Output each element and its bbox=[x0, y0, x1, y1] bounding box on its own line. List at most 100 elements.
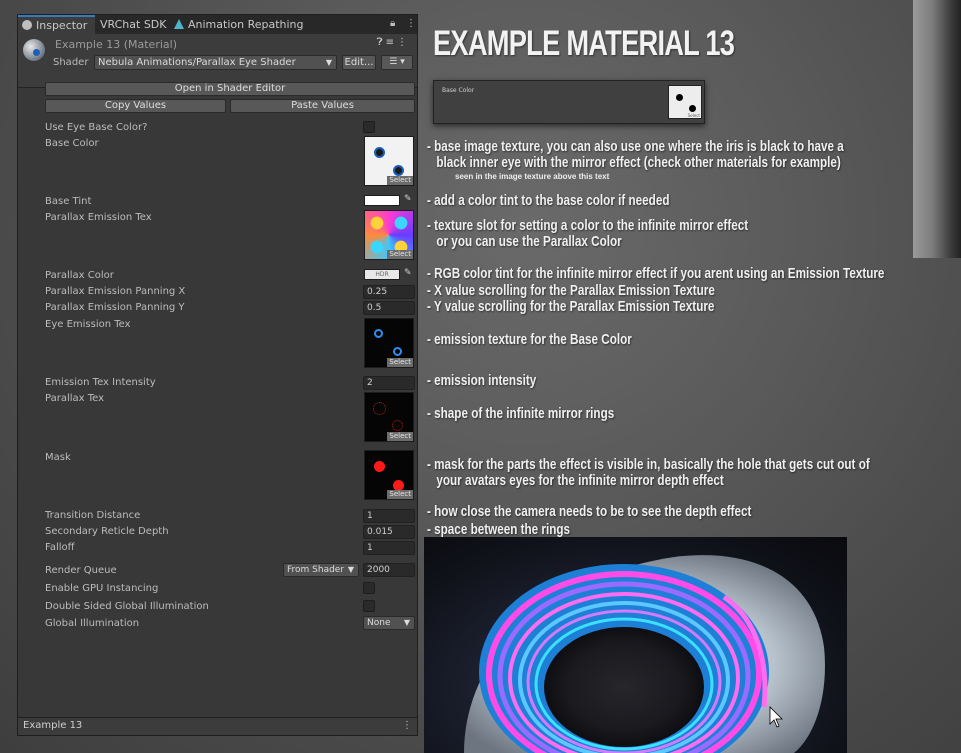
lock-icon[interactable]: 🔒︎ bbox=[390, 18, 395, 29]
material-preview-icon bbox=[23, 39, 45, 61]
ring-shape bbox=[392, 420, 403, 431]
render-queue-dropdown[interactable]: From Shader ▼ bbox=[283, 563, 359, 577]
emission-tex-intensity-label: Emission Tex Intensity bbox=[45, 377, 156, 388]
preview-footer[interactable]: Example 13 ⋮ bbox=[18, 717, 417, 735]
parallax-emission-panning-x-field[interactable]: 0.25 bbox=[363, 285, 415, 299]
eye-dot bbox=[376, 149, 383, 156]
global-illumination-label: Global Illumination bbox=[45, 618, 140, 629]
emission-ring bbox=[374, 329, 383, 338]
paste-values-button[interactable]: Paste Values bbox=[230, 99, 415, 113]
mask-dot bbox=[374, 461, 385, 472]
parallax-texture-slot[interactable]: Select bbox=[364, 392, 414, 442]
edit-shader-button[interactable]: Edit... bbox=[342, 55, 376, 70]
select-button[interactable]: Select bbox=[387, 358, 413, 367]
note-panning-x: - X value scrolling for the Parallax Emi… bbox=[427, 282, 715, 299]
eye-render-illustration bbox=[464, 555, 825, 753]
list-icon: ☰ ▾ bbox=[389, 57, 405, 67]
eye-emission-tex-label: Eye Emission Tex bbox=[45, 319, 131, 330]
parallax-emission-tex-label: Parallax Emission Tex bbox=[45, 212, 152, 223]
use-eye-base-color-toggle[interactable] bbox=[363, 121, 375, 133]
note-mask: - mask for the parts the effect is visib… bbox=[427, 456, 870, 489]
select-button[interactable]: Select bbox=[387, 432, 413, 441]
material-title: Example 13 (Material) bbox=[55, 38, 177, 51]
base-tint-color-swatch[interactable] bbox=[364, 195, 400, 206]
chevron-down-icon: ▼ bbox=[325, 58, 332, 67]
background-photo-corner bbox=[913, 0, 961, 258]
tab-vrchat-sdk[interactable]: VRChat SDK bbox=[96, 15, 170, 34]
parallax-emission-panning-y-field[interactable]: 0.5 bbox=[363, 301, 415, 315]
parallax-emission-texture-slot[interactable]: Select bbox=[364, 210, 414, 260]
preview-base-color-label: Base Color bbox=[442, 87, 475, 94]
more-icon[interactable]: ⋮ bbox=[397, 37, 410, 48]
shader-options-button[interactable]: ☰ ▾ bbox=[381, 55, 413, 70]
inspector-panel: Inspector VRChat SDK Animation Repathing… bbox=[17, 14, 418, 736]
settings-sliders-icon[interactable]: ≡ bbox=[386, 37, 397, 48]
tab-animation-repathing[interactable]: Animation Repathing bbox=[170, 15, 310, 34]
mirror-hole bbox=[544, 627, 704, 747]
page-title: EXAMPLE MATERIAL 13 bbox=[433, 24, 735, 63]
note-eye-emission: - emission texture for the Base Color bbox=[427, 331, 632, 348]
chevron-down-icon: ▼ bbox=[347, 565, 354, 574]
emission-tex-intensity-field[interactable]: 2 bbox=[363, 376, 415, 390]
open-in-shader-editor-button[interactable]: Open in Shader Editor bbox=[45, 82, 415, 96]
ring-shape bbox=[373, 402, 386, 415]
preview-title: Example 13 bbox=[23, 720, 83, 731]
info-icon bbox=[22, 20, 32, 30]
note-emission-intensity: - emission intensity bbox=[427, 372, 537, 389]
eye-dot bbox=[676, 94, 683, 101]
eyedropper-icon[interactable]: ✎ bbox=[404, 194, 412, 204]
falloff-label: Falloff bbox=[45, 542, 75, 553]
preview-select-label: Select bbox=[687, 113, 700, 118]
base-color-texture-slot[interactable]: Select bbox=[364, 136, 414, 186]
kebab-menu-icon[interactable]: ⋮ bbox=[402, 720, 412, 731]
preview-base-color-thumb: Select bbox=[668, 85, 702, 119]
select-button[interactable]: Select bbox=[387, 250, 413, 259]
enable-gpu-instancing-toggle[interactable] bbox=[363, 582, 375, 594]
transition-distance-label: Transition Distance bbox=[45, 510, 141, 521]
base-color-label: Base Color bbox=[45, 138, 99, 149]
material-header: Example 13 (Material) ❓︎≡⋮ Shader Nebula… bbox=[18, 34, 417, 88]
eyedropper-icon[interactable]: ✎ bbox=[404, 268, 412, 278]
double-sided-gi-toggle[interactable] bbox=[363, 600, 375, 612]
kebab-menu-icon[interactable]: ⋮ bbox=[406, 18, 416, 29]
eye-dot bbox=[395, 167, 402, 174]
help-icon[interactable]: ❓︎ bbox=[377, 37, 386, 48]
enable-gpu-instancing-label: Enable GPU Instancing bbox=[45, 583, 159, 594]
parallax-color-label: Parallax Color bbox=[45, 270, 114, 281]
eye-emission-texture-slot[interactable]: Select bbox=[364, 318, 414, 368]
select-button[interactable]: Select bbox=[387, 176, 413, 185]
tab-bar: Inspector VRChat SDK Animation Repathing… bbox=[18, 15, 417, 34]
base-tint-label: Base Tint bbox=[45, 196, 92, 207]
triangle-icon bbox=[174, 19, 184, 29]
render-queue-label: Render Queue bbox=[45, 565, 117, 576]
mask-texture-slot[interactable]: Select bbox=[364, 450, 414, 500]
note-base-texture-small: seen in the image texture above this tex… bbox=[455, 172, 610, 181]
chevron-down-icon: ▼ bbox=[403, 618, 410, 627]
note-base-tint: - add a color tint to the base color if … bbox=[427, 192, 670, 209]
parallax-emission-panning-x-label: Parallax Emission Panning X bbox=[45, 286, 186, 297]
secondary-reticle-depth-field[interactable]: 0.015 bbox=[363, 525, 415, 539]
tab-inspector[interactable]: Inspector bbox=[18, 15, 95, 34]
note-reticle-depth: - space between the rings bbox=[427, 521, 571, 538]
render-queue-field[interactable]: 2000 bbox=[363, 563, 415, 577]
note-base-texture: - base image texture, you can also use o… bbox=[427, 138, 844, 171]
copy-values-button[interactable]: Copy Values bbox=[45, 99, 226, 113]
emission-ring bbox=[393, 347, 402, 356]
base-color-preview-box: Base Color Select bbox=[433, 80, 705, 124]
shader-dropdown[interactable]: Nebula Animations/Parallax Eye Shader ▼ bbox=[94, 55, 337, 70]
note-panning-y: - Y value scrolling for the Parallax Emi… bbox=[427, 298, 715, 315]
eye-dot bbox=[689, 105, 696, 112]
select-button[interactable]: Select bbox=[387, 490, 413, 499]
transition-distance-field[interactable]: 1 bbox=[363, 509, 415, 523]
header-icons: ❓︎≡⋮ bbox=[377, 37, 410, 48]
note-parallax-color: - RGB color tint for the infinite mirror… bbox=[427, 265, 885, 282]
shader-label: Shader bbox=[53, 57, 89, 68]
parallax-tex-label: Parallax Tex bbox=[45, 393, 105, 404]
parallax-emission-panning-y-label: Parallax Emission Panning Y bbox=[45, 302, 185, 313]
use-eye-base-color-label: Use Eye Base Color? bbox=[45, 122, 148, 133]
mask-label: Mask bbox=[45, 452, 71, 463]
note-transition-distance: - how close the camera needs to be to se… bbox=[427, 503, 752, 520]
falloff-field[interactable]: 1 bbox=[363, 541, 415, 555]
parallax-color-swatch[interactable]: HDR bbox=[364, 269, 400, 280]
global-illumination-dropdown[interactable]: None ▼ bbox=[363, 616, 415, 630]
